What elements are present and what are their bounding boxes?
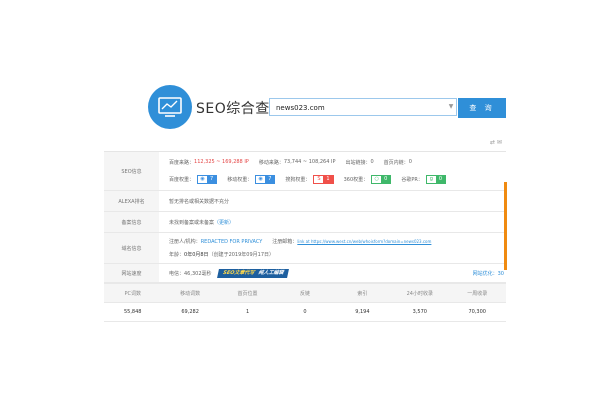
stats-header-cell: 索引 xyxy=(357,290,368,297)
domain-search-input[interactable]: news023.com xyxy=(269,98,457,116)
seo-info-table: SEO信息 百度来路： 112,325 ~ 169,288 IP 移动来路： 7… xyxy=(104,151,506,283)
monitor-chart-icon xyxy=(158,97,182,117)
stats-header-cell: 移动词数 xyxy=(180,290,201,297)
seo-writing-ad-banner[interactable]: SEO文章代写 纯人工编辑 xyxy=(216,268,289,278)
baidu-paw-icon: ◉ xyxy=(198,175,208,183)
search-button[interactable]: 查 询 xyxy=(458,98,506,118)
stats-header-cell: 反链 xyxy=(299,290,310,297)
alexa-text: 暂无排名或相关数据不充分 xyxy=(169,198,230,205)
baidu-paw-icon: ◉ xyxy=(256,175,266,183)
stats-header-cell: 一周收录 xyxy=(467,290,488,297)
index-value[interactable]: 9,194 xyxy=(334,303,391,321)
registrant-value: REDACTED FOR PRIVACY xyxy=(200,238,263,245)
stats-header-cell: 24小时收录 xyxy=(406,290,433,297)
backlinks-value[interactable]: 0 xyxy=(276,303,333,321)
domain-info-row: 域名信息 注册人/机构： REDACTED FOR PRIVACY 注册邮箱： … xyxy=(104,233,506,264)
baidu-source-value: 112,325 ~ 169,288 IP xyxy=(194,159,249,165)
row-label: SEO信息 xyxy=(104,152,159,190)
pc-keywords-value[interactable]: 55,848 xyxy=(104,303,161,321)
beian-update-link[interactable]: （更新） xyxy=(214,219,234,226)
24h-indexed-value[interactable]: 3,570 xyxy=(391,303,448,321)
google-pr-badge[interactable]: g 0 xyxy=(425,174,447,184)
360-icon: ○ xyxy=(372,175,382,183)
site-optimize-link[interactable]: 网站优化：30 xyxy=(473,270,506,277)
stats-header-cell: PC词数 xyxy=(124,290,141,297)
domain-created: （创建于2019年09月17日） xyxy=(208,252,275,258)
logo xyxy=(148,85,192,129)
beian-text: 未找到备案或未备案 xyxy=(169,219,215,226)
row-label: ALEXA排名 xyxy=(104,191,159,211)
speed-value: 电信：46,302毫秒 xyxy=(169,270,212,277)
home-inner-links-value: 0 xyxy=(408,159,412,165)
stats-value-row: 55,848 69,282 1 0 9,194 3,570 70,300 xyxy=(104,303,506,322)
mobile-source-value: 73,744 ~ 108,264 IP xyxy=(283,159,336,165)
360-weight-badge[interactable]: ○ 0 xyxy=(371,174,392,184)
row-label: 域名信息 xyxy=(104,233,159,263)
row-label: 备案信息 xyxy=(104,212,159,232)
week-indexed-value[interactable]: 70,300 xyxy=(449,303,506,321)
alexa-row: ALEXA排名 暂无排名或相关数据不充分 xyxy=(104,191,506,212)
row-label: 网站速度 xyxy=(104,264,159,282)
google-plus-icon: g xyxy=(426,175,436,183)
outbound-links-value: 0 xyxy=(370,159,374,165)
stats-header-row: PC词数 移动词数 首页位置 反链 索引 24小时收录 一周收录 xyxy=(104,283,506,303)
seo-info-row: SEO信息 百度来路： 112,325 ~ 169,288 IP 移动来路： 7… xyxy=(104,152,506,191)
sogou-icon: S xyxy=(314,175,324,183)
whois-link[interactable]: link at https://www.west.cn/web/whoisfor… xyxy=(297,239,431,244)
speed-row: 网站速度 电信：46,302毫秒 SEO文章代写 纯人工编辑 网站优化：30 xyxy=(104,264,506,283)
home-position-value[interactable]: 1 xyxy=(219,303,276,321)
mobile-weight-badge[interactable]: ◉ 7 xyxy=(255,174,276,184)
dropdown-arrow-icon[interactable]: ▼ xyxy=(446,98,456,116)
sogou-weight-badge[interactable]: S 1 xyxy=(313,174,334,184)
baidu-weight-badge[interactable]: ◉ 7 xyxy=(197,174,218,184)
mobile-keywords-value[interactable]: 69,282 xyxy=(161,303,218,321)
stats-header-cell: 首页位置 xyxy=(237,290,258,297)
share-icons[interactable]: ⇄ ✉ xyxy=(490,139,502,146)
side-scroll-strip[interactable] xyxy=(504,182,507,270)
domain-age-value: 0年0月8日 xyxy=(184,252,209,258)
beian-row: 备案信息 未找到备案或未备案 （更新） xyxy=(104,212,506,233)
keyword-stats-table: PC词数 移动词数 首页位置 反链 索引 24小时收录 一周收录 55,848 … xyxy=(104,283,506,322)
